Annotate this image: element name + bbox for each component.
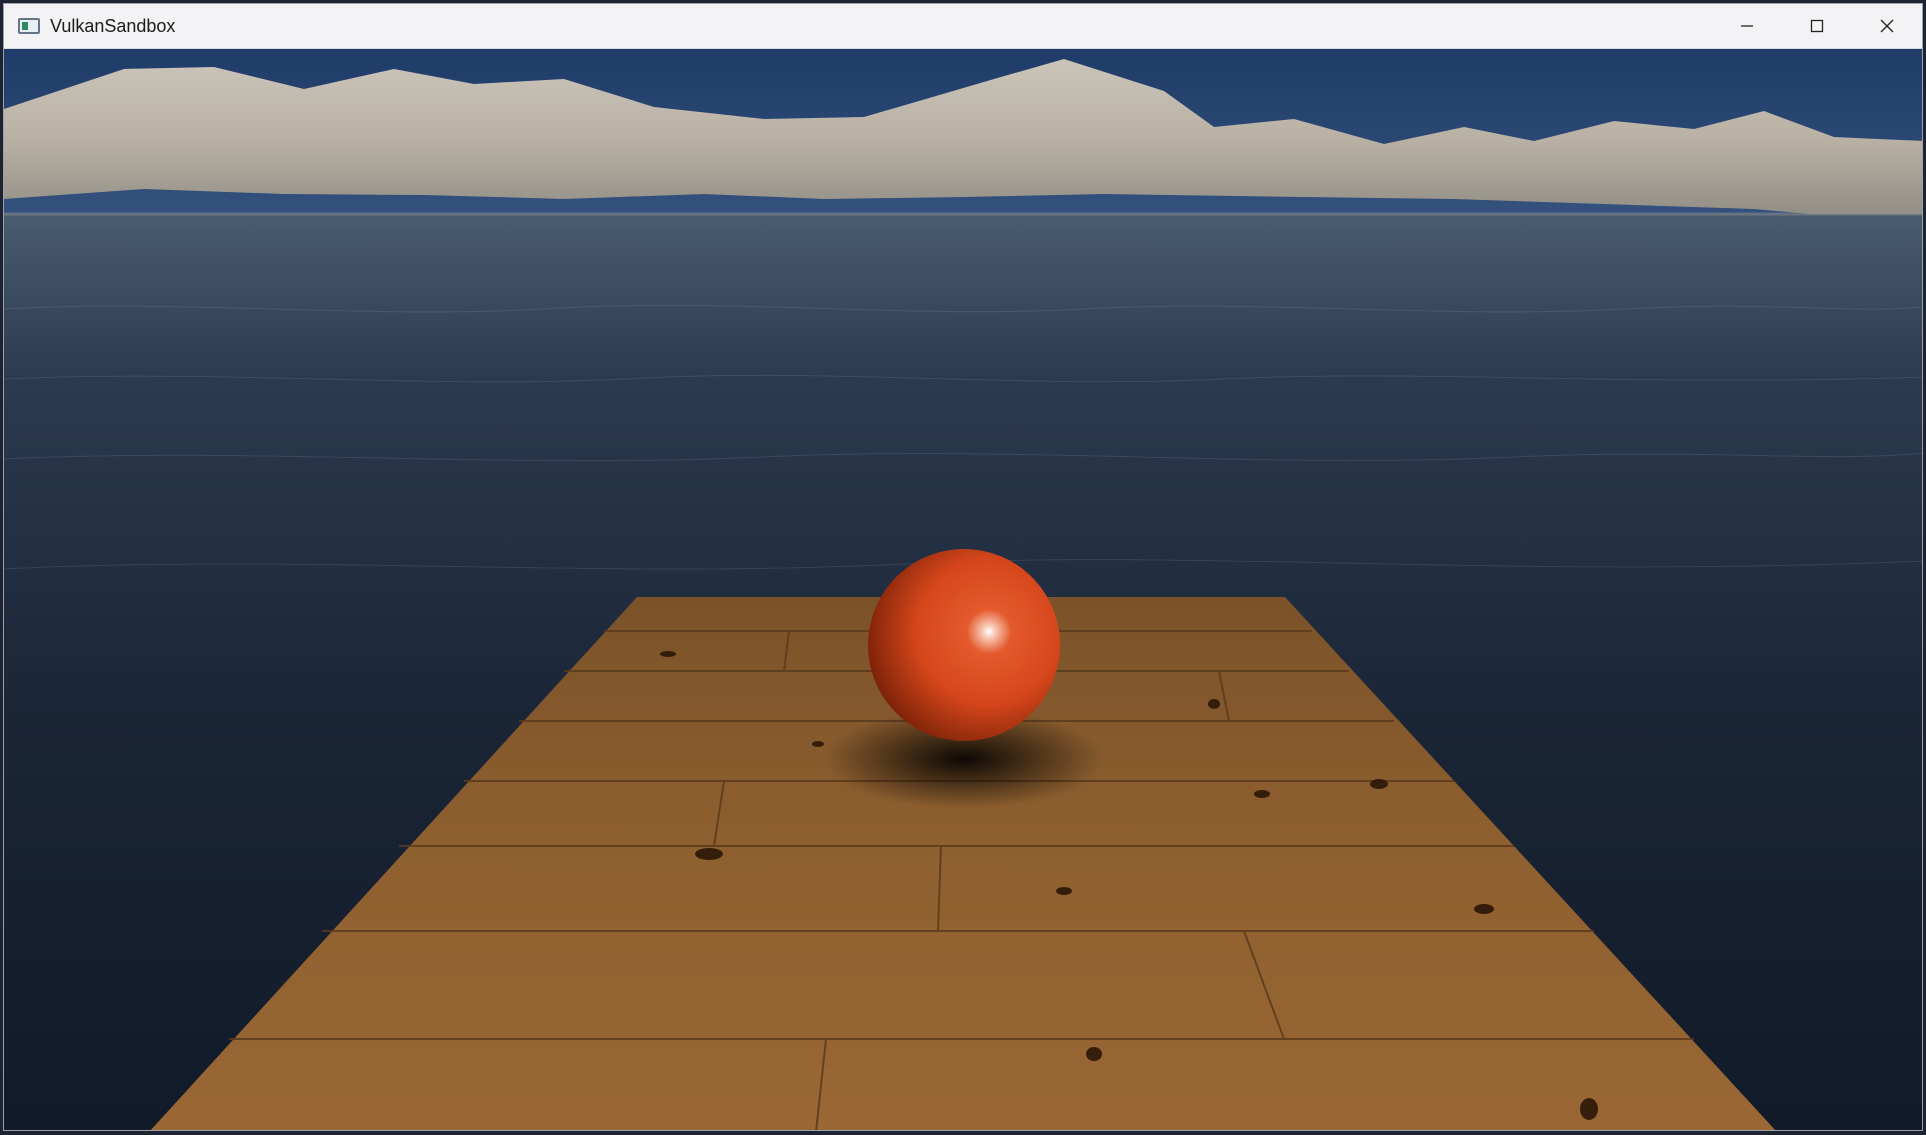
orange-sphere [868, 549, 1060, 741]
close-button[interactable] [1852, 4, 1922, 48]
close-icon [1880, 19, 1894, 33]
window-controls [1712, 4, 1922, 48]
maximize-button[interactable] [1782, 4, 1852, 48]
minimize-button[interactable] [1712, 4, 1782, 48]
vulkan-window: VulkanSandbox [3, 3, 1923, 1131]
maximize-icon [1810, 19, 1824, 33]
window-title: VulkanSandbox [50, 16, 176, 36]
scene-svg [4, 49, 1922, 1130]
render-viewport[interactable] [4, 49, 1922, 1130]
title-bar[interactable]: VulkanSandbox [4, 4, 1922, 49]
minimize-icon [1741, 25, 1753, 27]
app-icon [18, 18, 40, 34]
